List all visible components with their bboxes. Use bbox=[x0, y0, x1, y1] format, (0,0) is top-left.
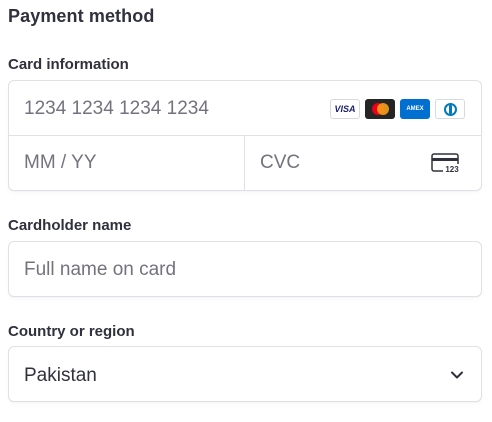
mastercard-orange-circle bbox=[377, 103, 389, 115]
amex-icon: AMEX bbox=[400, 99, 430, 119]
amex-icon-text: AMEX bbox=[406, 106, 424, 112]
cvc-card-icon: 123 bbox=[431, 153, 461, 174]
card-number-row: VISA AMEX bbox=[9, 81, 481, 136]
cardholder-name-label: Cardholder name bbox=[8, 217, 132, 234]
cvc-icon-text: 123 bbox=[445, 165, 459, 174]
country-select[interactable]: Pakistan bbox=[8, 346, 482, 402]
chevron-down-icon bbox=[451, 371, 463, 379]
field-divider bbox=[244, 136, 245, 191]
payment-form: Payment method Card information VISA AME… bbox=[0, 0, 492, 422]
diners-ring bbox=[443, 102, 457, 116]
expiry-input[interactable] bbox=[24, 150, 224, 176]
card-information-label: Card information bbox=[8, 56, 129, 73]
country-selected-value: Pakistan bbox=[24, 365, 97, 386]
diners-club-icon bbox=[435, 99, 465, 119]
section-title: Payment method bbox=[8, 6, 155, 26]
cvc-input[interactable] bbox=[260, 150, 410, 176]
mastercard-icon bbox=[365, 99, 395, 119]
visa-icon: VISA bbox=[330, 99, 360, 119]
card-information-group: VISA AMEX 123 bbox=[8, 80, 482, 191]
country-label: Country or region bbox=[8, 323, 135, 340]
card-expiry-cvc-row: 123 bbox=[9, 136, 481, 191]
card-number-input[interactable] bbox=[24, 96, 324, 122]
visa-icon-text: VISA bbox=[334, 104, 356, 114]
cardholder-name-input[interactable] bbox=[24, 257, 464, 283]
card-brands: VISA AMEX bbox=[330, 99, 465, 119]
cardholder-name-field bbox=[8, 241, 482, 297]
